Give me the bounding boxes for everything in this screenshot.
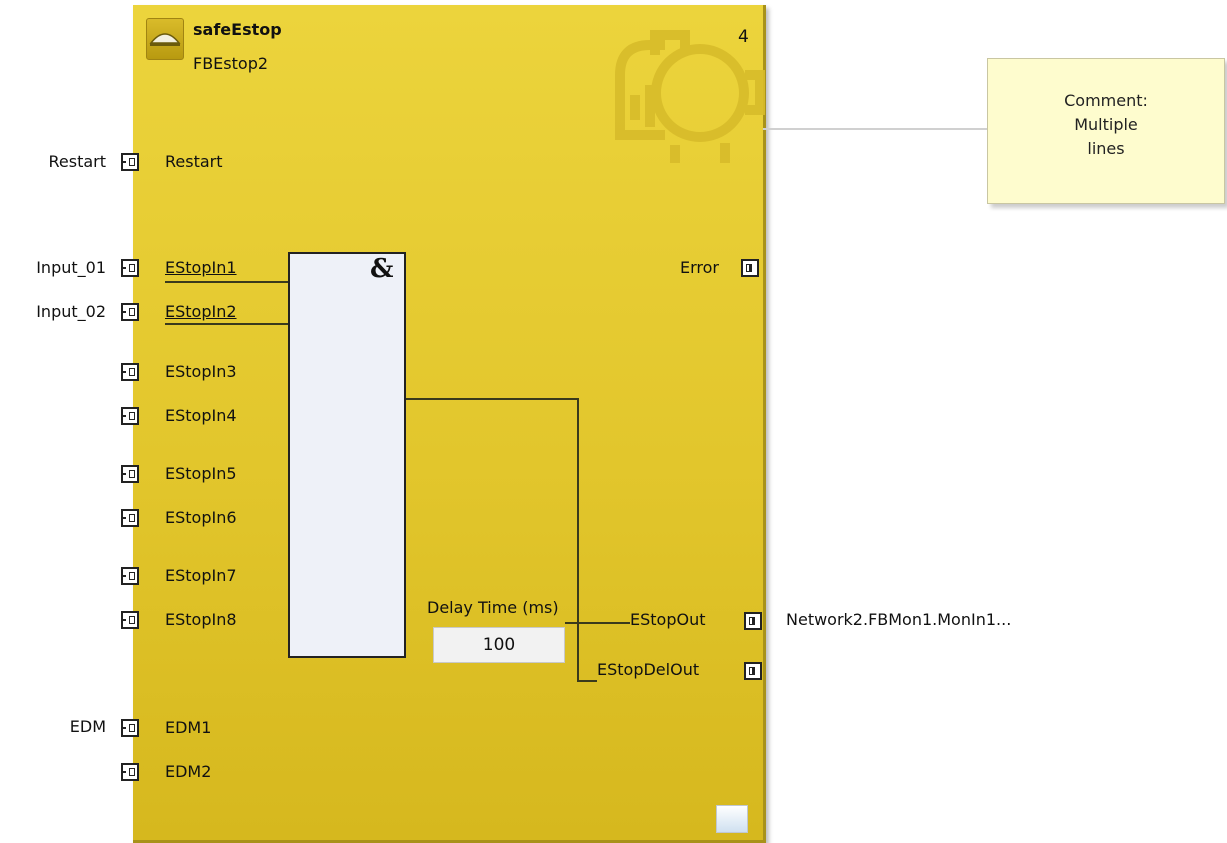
input-port-name: Restart [165,152,223,171]
comment-line: Comment: [1064,91,1148,110]
and-symbol: & [370,254,394,284]
input-port-name: EStopIn1 [165,258,237,277]
input-variable-label[interactable]: Input_01 [0,258,106,277]
expand-collapse-button[interactable] [716,805,748,833]
wire [165,323,288,325]
output-port-icon[interactable] [741,259,759,277]
input-port-icon[interactable] [121,363,139,381]
input-port-name: EStopIn4 [165,406,237,425]
block-instance-name: FBEstop2 [193,54,269,73]
wire [165,281,288,283]
block-type-name: safeEstop [193,20,282,39]
input-port-name: EStopIn7 [165,566,237,585]
output-connection-target[interactable]: Network2.FBMon1.MonIn1... [786,610,1011,629]
wire [577,680,597,682]
wire [406,398,578,400]
input-port-icon[interactable] [121,763,139,781]
block-number: 4 [738,27,749,47]
delay-time-input[interactable]: 100 [433,627,565,663]
input-port-icon[interactable] [121,509,139,527]
comment-box[interactable]: Comment: Multiple lines [987,58,1225,204]
input-port-name: EStopIn2 [165,302,237,321]
input-variable-label[interactable]: Input_02 [0,302,106,321]
input-port-name: EStopIn5 [165,464,237,483]
input-port-icon[interactable] [121,719,139,737]
input-port-name: EStopIn3 [165,362,237,381]
output-port-name: Error [680,258,719,277]
input-port-icon[interactable] [121,303,139,321]
input-variable-label[interactable]: EDM [0,717,106,736]
wire [577,398,579,681]
comment-line: lines [1087,139,1125,158]
output-port-name: EStopDelOut [597,660,700,679]
estop-mushroom-icon [146,18,184,60]
output-port-icon[interactable] [744,612,762,630]
input-port-name: EStopIn6 [165,508,237,527]
output-port-name: EStopOut [630,610,706,629]
input-port-icon[interactable] [121,153,139,171]
delay-time-label: Delay Time (ms) [427,598,559,617]
input-port-icon[interactable] [121,407,139,425]
input-port-name: EDM1 [165,718,212,737]
input-port-icon[interactable] [121,465,139,483]
input-port-name: EStopIn8 [165,610,237,629]
comment-connector-line [763,128,988,130]
input-port-name: EDM2 [165,762,212,781]
input-variable-label[interactable]: Restart [0,152,106,171]
and-gate[interactable] [288,252,406,658]
input-port-icon[interactable] [121,567,139,585]
input-port-icon[interactable] [121,259,139,277]
output-port-icon[interactable] [744,662,762,680]
wire [565,622,630,624]
comment-line: Multiple [1074,115,1138,134]
input-port-icon[interactable] [121,611,139,629]
